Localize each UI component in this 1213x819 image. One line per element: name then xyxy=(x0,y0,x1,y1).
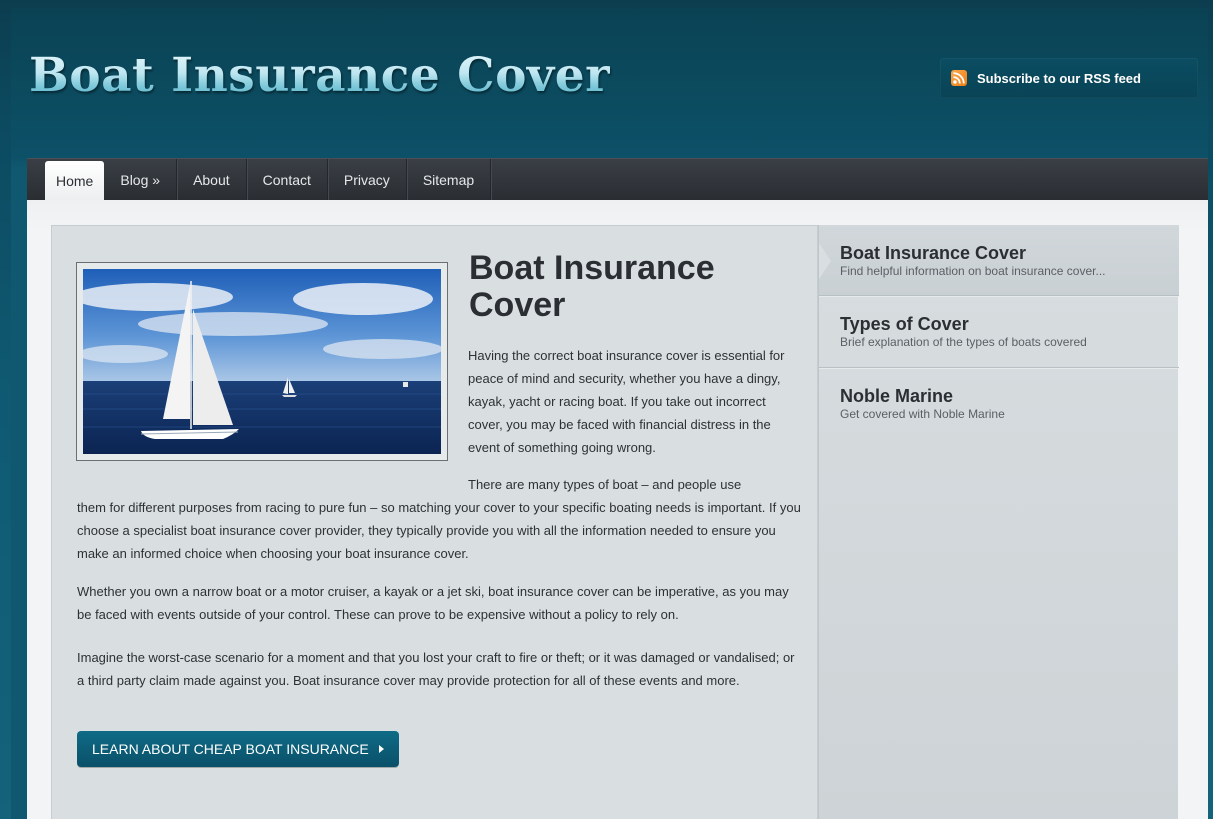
paragraph-scenario: Imagine the worst-case scenario for a mo… xyxy=(77,650,795,688)
rss-subscribe-button[interactable]: Subscribe to our RSS feed xyxy=(940,58,1198,98)
page-title: Boat Insurance Cover xyxy=(469,249,715,324)
sidebar-item-desc: Brief explanation of the types of boats … xyxy=(840,335,1087,349)
paragraph-types: them for different purposes from racing … xyxy=(77,500,801,561)
nav-sitemap[interactable]: Sitemap xyxy=(407,159,492,201)
main-navigation: Home Blog » About Contact Privacy Sitema… xyxy=(27,158,1208,201)
active-pointer xyxy=(819,243,831,279)
sidebar-item-noble-marine[interactable]: Noble Marine Get covered with Noble Mari… xyxy=(819,369,1179,429)
cta-label: LEARN ABOUT CHEAP BOAT INSURANCE xyxy=(92,741,369,757)
cheap-boat-insurance-button[interactable]: LEARN ABOUT CHEAP BOAT INSURANCE xyxy=(77,731,399,767)
sidebar-item-desc: Get covered with Noble Marine xyxy=(840,407,1005,421)
sidebar-item-types-of-cover[interactable]: Types of Cover Brief explanation of the … xyxy=(819,297,1179,368)
sidebar-item-desc: Find helpful information on boat insuran… xyxy=(840,264,1106,278)
main-content: Boat Insurance Cover Having the correct … xyxy=(51,225,818,819)
sailboat-photo xyxy=(76,262,448,461)
nav-home[interactable]: Home xyxy=(45,161,105,201)
site-logo[interactable]: Boat Insurance Cover xyxy=(29,48,610,103)
nav-contact[interactable]: Contact xyxy=(247,159,328,201)
rss-label: Subscribe to our RSS feed xyxy=(977,70,1141,86)
sidebar-item-title: Types of Cover xyxy=(840,314,969,334)
sidebar-item-title: Noble Marine xyxy=(840,386,954,406)
sidebar: Boat Insurance Cover Find helpful inform… xyxy=(818,225,1179,819)
rss-icon xyxy=(951,70,967,86)
page-wrapper: Boat Insurance Cover Subscribe to our RS… xyxy=(11,8,1208,819)
nav-about[interactable]: About xyxy=(177,159,247,201)
arrow-right-icon xyxy=(378,745,384,753)
sidebar-item-title: Boat Insurance Cover xyxy=(840,243,1027,263)
intro-paragraph: Having the correct boat insurance cover … xyxy=(468,348,785,455)
paragraph-lead: There are many types of boat – and peopl… xyxy=(468,477,742,492)
nav-privacy[interactable]: Privacy xyxy=(328,159,407,201)
paragraph-imperative: Whether you own a narrow boat or a motor… xyxy=(77,584,789,622)
sidebar-item-boat-insurance-cover[interactable]: Boat Insurance Cover Find helpful inform… xyxy=(819,225,1179,296)
nav-blog[interactable]: Blog » xyxy=(104,159,178,201)
